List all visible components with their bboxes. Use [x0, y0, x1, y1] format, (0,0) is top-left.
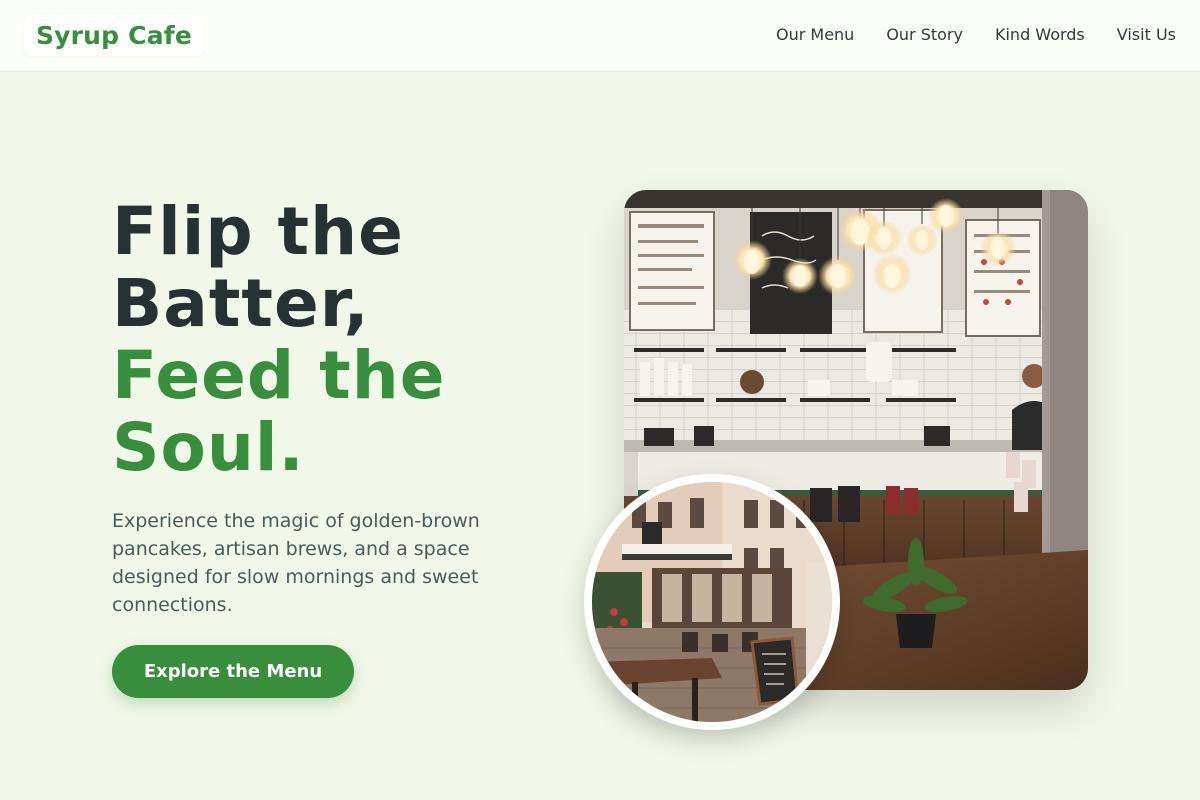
- hero-title: Flip the Batter, Feed the Soul.: [112, 196, 572, 484]
- nav-item-our-story[interactable]: Our Story: [886, 24, 963, 46]
- hero-title-line: Batter,: [112, 265, 370, 342]
- hero-title-accent-line: Soul.: [112, 409, 305, 486]
- hero-title-line: Flip the: [112, 193, 404, 270]
- nav-item-visit-us[interactable]: Visit Us: [1117, 24, 1176, 46]
- hero-subtitle: Experience the magic of golden-brown pan…: [112, 510, 480, 616]
- site-header: Syrup Cafe Our Menu Our Story Kind Words…: [0, 0, 1200, 72]
- street-cafe-image: [584, 474, 840, 730]
- nav-item-kind-words[interactable]: Kind Words: [995, 24, 1085, 46]
- explore-menu-button[interactable]: Explore the Menu: [112, 645, 354, 698]
- main-nav: Our Menu Our Story Kind Words Visit Us: [776, 24, 1176, 46]
- hero-title-accent-line: Feed the: [112, 337, 446, 414]
- logo[interactable]: Syrup Cafe: [24, 15, 204, 56]
- nav-item-our-menu[interactable]: Our Menu: [776, 24, 854, 46]
